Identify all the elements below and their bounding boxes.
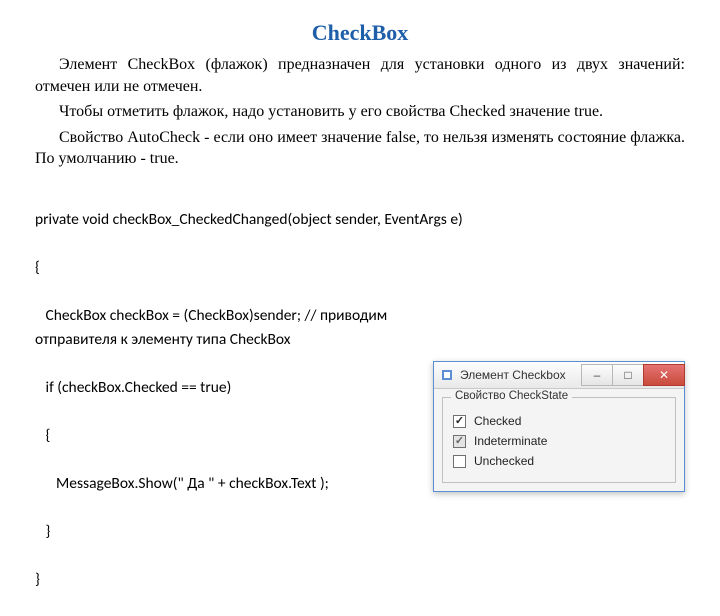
paragraph-1: Элемент CheckBox (флажок) предназначен д… [35,54,685,97]
paragraph-2: Чтобы отметить флажок, надо установить у… [35,101,685,123]
checkbox-icon[interactable] [453,455,466,468]
code-line: } [35,568,685,592]
checkbox-icon[interactable] [453,435,466,448]
app-icon [440,368,454,382]
code-line: } [35,520,685,544]
minimize-button[interactable]: – [581,364,613,386]
window-title: Элемент Checkbox [460,368,581,382]
page-title: CheckBox [35,20,685,46]
paragraph-3: Свойство AutoCheck - если оно имеет знач… [35,127,685,170]
groupbox-label: Свойство CheckState [451,390,572,402]
code-line: private void checkBox_CheckedChanged(obj… [35,208,685,232]
checkbox-icon[interactable] [453,415,466,428]
checkbox-label: Unchecked [474,454,534,468]
example-window: Элемент Checkbox – □ ✕ Свойство CheckSta… [433,361,685,492]
code-line: { [35,256,685,280]
checkbox-row-indeterminate[interactable]: Indeterminate [453,434,665,448]
checkbox-label: Indeterminate [474,434,547,448]
code-line: CheckBox checkBox = (CheckBox)sender; //… [35,304,465,352]
checkbox-row-checked[interactable]: Checked [453,414,665,428]
maximize-button[interactable]: □ [612,364,644,386]
groupbox-checkstate: Свойство CheckState Checked Indeterminat… [442,397,676,483]
checkbox-label: Checked [474,414,521,428]
close-button[interactable]: ✕ [643,364,685,386]
titlebar: Элемент Checkbox – □ ✕ [434,362,684,389]
checkbox-row-unchecked[interactable]: Unchecked [453,454,665,468]
